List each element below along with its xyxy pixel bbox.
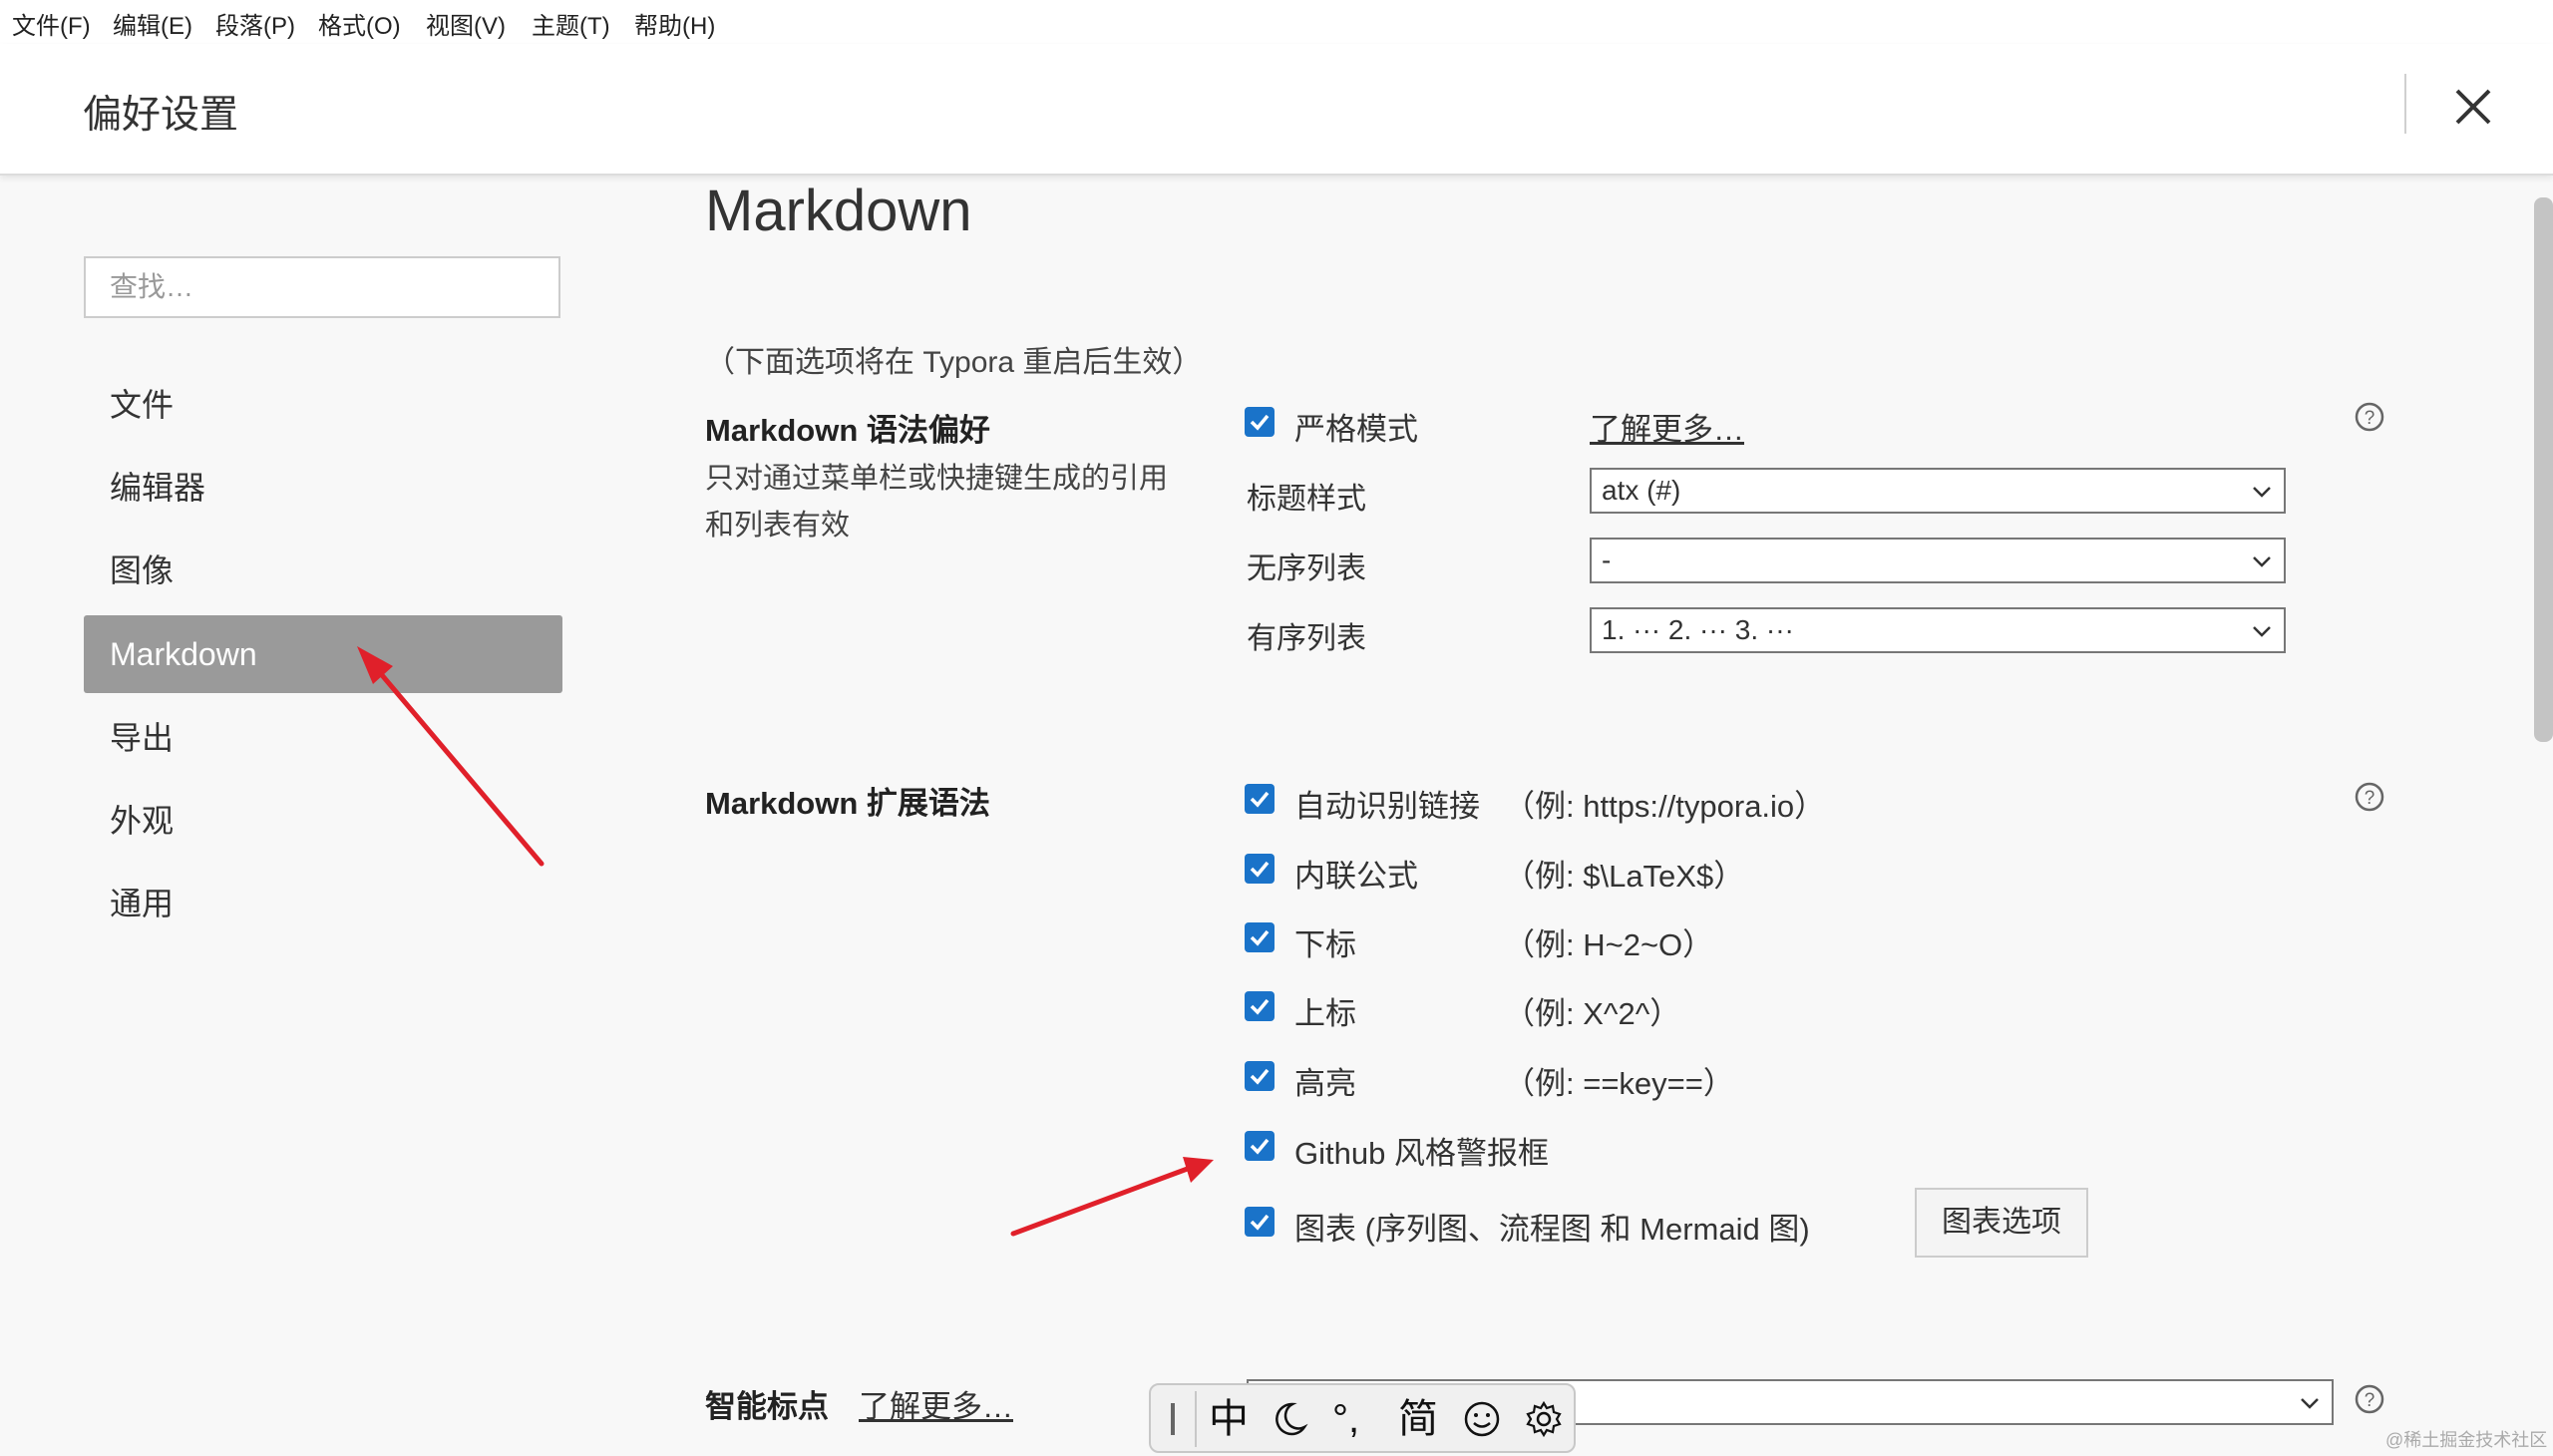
question-circle-icon: ? <box>2355 402 2384 432</box>
autolink-example: （例: https://typora.io） <box>1504 789 1826 824</box>
header-divider <box>2404 74 2406 134</box>
sidebar-item-file[interactable]: 文件 <box>84 366 562 444</box>
chevron-down-icon <box>2301 1398 2319 1409</box>
ime-simplified-mode[interactable]: 简 <box>1398 1395 1438 1443</box>
sidebar-item-markdown[interactable]: Markdown <box>84 615 562 693</box>
question-circle-icon: ? <box>2355 782 2384 812</box>
menu-bar: 文件(F) 编辑(E) 段落(P) 格式(O) 视图(V) 主题(T) 帮助(H… <box>0 0 2553 44</box>
unordered-list-value: - <box>1602 545 1612 575</box>
ime-toolbar: 中 °, 简 <box>1149 1383 1576 1453</box>
question-circle-icon: ? <box>2355 1384 2384 1414</box>
gear-icon[interactable] <box>1524 1395 1564 1439</box>
menu-edit[interactable]: 编辑(E) <box>113 6 192 41</box>
autolink-label: 自动识别链接 <box>1294 789 1480 824</box>
chevron-down-icon <box>2253 487 2271 498</box>
superscript-example: （例: X^2^） <box>1504 996 1681 1031</box>
check-icon <box>1250 791 1270 808</box>
ordered-list-label: 有序列表 <box>1247 622 1366 655</box>
smart-punct-title: 智能标点 <box>705 1389 829 1424</box>
sidebar-item-image[interactable]: 图像 <box>84 532 562 609</box>
unordered-list-label: 无序列表 <box>1247 552 1366 585</box>
subscript-label: 下标 <box>1294 927 1356 962</box>
preferences-header: 偏好设置 <box>0 44 2553 176</box>
diagram-checkbox[interactable] <box>1245 1207 1275 1237</box>
strict-mode-label: 严格模式 <box>1294 412 1418 447</box>
chevron-down-icon <box>2253 556 2271 567</box>
inline-math-label: 内联公式 <box>1294 859 1418 894</box>
help-icon[interactable]: ? <box>2354 401 2385 433</box>
sidebar-item-appearance[interactable]: 外观 <box>84 782 562 860</box>
sidebar-item-export[interactable]: 导出 <box>84 699 562 777</box>
watermark: @稀土掘金技术社区 <box>2385 1430 2548 1450</box>
check-icon <box>1250 861 1270 878</box>
inline-math-checkbox[interactable] <box>1245 854 1275 884</box>
extended-syntax-title: Markdown 扩展语法 <box>705 786 990 821</box>
sidebar-item-general[interactable]: 通用 <box>84 865 562 942</box>
highlight-label: 高亮 <box>1294 1066 1356 1101</box>
page-title: 偏好设置 <box>83 94 239 137</box>
help-icon[interactable]: ? <box>2354 781 2385 813</box>
check-icon <box>1250 1138 1270 1155</box>
svg-text:?: ? <box>2365 788 2375 809</box>
menu-theme[interactable]: 主题(T) <box>532 6 610 41</box>
check-icon <box>1250 414 1270 431</box>
highlight-checkbox[interactable] <box>1245 1061 1275 1091</box>
superscript-checkbox[interactable] <box>1245 991 1275 1021</box>
heading-style-select[interactable]: atx (#) <box>1590 468 2286 514</box>
ime-drag-handle[interactable] <box>1171 1403 1175 1435</box>
menu-help[interactable]: 帮助(H) <box>634 6 715 41</box>
autolink-checkbox[interactable] <box>1245 784 1275 814</box>
menu-paragraph[interactable]: 段落(P) <box>215 6 295 41</box>
close-icon <box>2455 89 2491 125</box>
moon-icon[interactable] <box>1271 1395 1310 1439</box>
github-alert-label: Github 风格警报框 <box>1294 1136 1549 1171</box>
superscript-label: 上标 <box>1294 996 1356 1031</box>
highlight-example: （例: ==key==） <box>1504 1066 1734 1101</box>
heading-style-value: atx (#) <box>1602 475 1681 506</box>
strict-mode-checkbox[interactable] <box>1245 407 1275 437</box>
help-icon[interactable]: ? <box>2354 1383 2385 1415</box>
heading-style-label: 标题样式 <box>1247 483 1366 516</box>
svg-text:?: ? <box>2365 408 2375 429</box>
check-icon <box>1250 1214 1270 1231</box>
ordered-list-select[interactable]: 1. ··· 2. ··· 3. ··· <box>1590 607 2286 653</box>
smart-punct-learn-more-link[interactable]: 了解更多… <box>859 1381 1013 1426</box>
smiley-icon[interactable] <box>1462 1395 1502 1439</box>
restart-note: （下面选项将在 Typora 重启后生效） <box>705 346 1203 379</box>
check-icon <box>1250 998 1270 1015</box>
github-alert-checkbox[interactable] <box>1245 1131 1275 1161</box>
close-button[interactable] <box>2448 82 2498 132</box>
ime-punctuation-mode[interactable]: °, <box>1332 1395 1359 1443</box>
check-icon <box>1250 1068 1270 1085</box>
scrollbar-thumb[interactable] <box>2534 197 2553 742</box>
menu-file[interactable]: 文件(F) <box>12 6 91 41</box>
unordered-list-select[interactable]: - <box>1590 538 2286 583</box>
menu-format[interactable]: 格式(O) <box>318 6 401 41</box>
chevron-down-icon <box>2253 626 2271 637</box>
ime-divider <box>1195 1391 1197 1447</box>
subscript-checkbox[interactable] <box>1245 922 1275 952</box>
check-icon <box>1250 929 1270 946</box>
svg-text:?: ? <box>2365 1390 2375 1411</box>
section-heading: Markdown <box>705 179 972 243</box>
diagram-label: 图表 (序列图、流程图 和 Mermaid 图) <box>1294 1212 1810 1247</box>
syntax-pref-title: Markdown 语法偏好 <box>705 413 990 448</box>
chart-options-button[interactable]: 图表选项 <box>1915 1188 2088 1258</box>
learn-more-link[interactable]: 了解更多… <box>1590 404 1744 449</box>
ime-chinese-mode[interactable]: 中 <box>1209 1395 1249 1443</box>
sidebar-item-editor[interactable]: 编辑器 <box>84 449 562 527</box>
search-input[interactable] <box>84 256 560 318</box>
syntax-pref-desc: 只对通过菜单栏或快捷键生成的引用和列表有效 <box>705 463 1169 542</box>
menu-view[interactable]: 视图(V) <box>426 6 506 41</box>
ordered-list-value: 1. ··· 2. ··· 3. ··· <box>1602 614 1794 645</box>
inline-math-example: （例: $\LaTeX$） <box>1504 859 1745 894</box>
subscript-example: （例: H~2~O） <box>1504 927 1714 962</box>
